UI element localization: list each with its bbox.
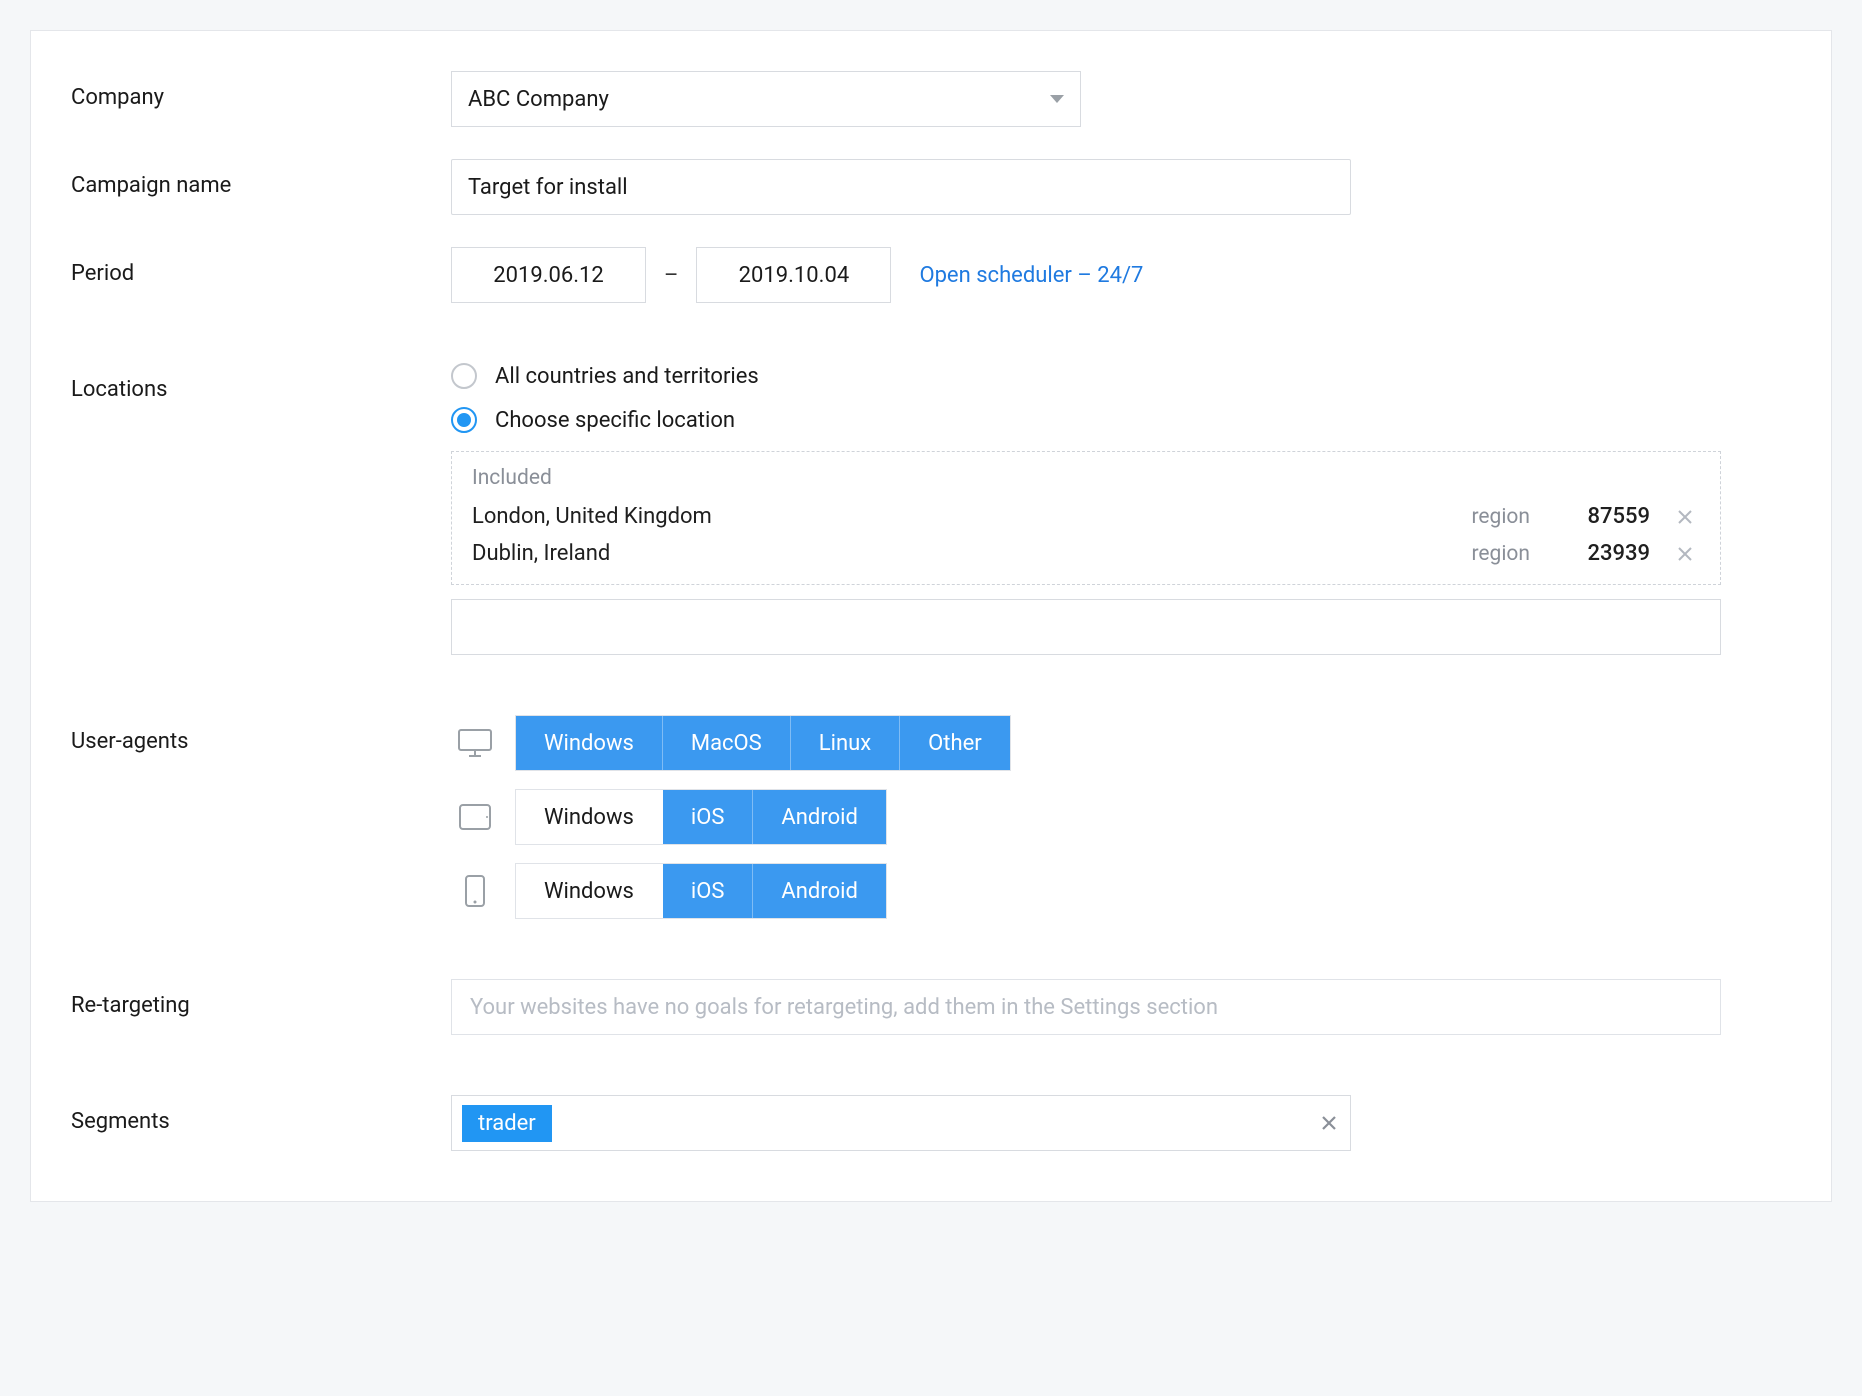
ua-tablet-android[interactable]: Android [753,790,885,844]
location-type: region [1420,542,1530,566]
desktop-icon [451,715,499,771]
segments-label: Segments [71,1095,451,1134]
campaign-name-value: Target for install [468,175,628,200]
segment-tag[interactable]: trader [462,1105,552,1142]
close-icon [1677,546,1693,562]
close-icon [1320,1114,1338,1132]
retargeting-label: Re-targeting [71,979,451,1018]
ua-desktop-linux[interactable]: Linux [791,716,900,770]
location-row: London, United Kingdom region 87559 [472,498,1700,535]
user-agents-tablet-row: Windows iOS Android [451,789,1781,845]
retargeting-input[interactable]: Your websites have no goals for retarget… [451,979,1721,1035]
company-select[interactable]: ABC Company [451,71,1081,127]
ua-tablet-windows[interactable]: Windows [516,790,663,844]
radio-icon [451,363,477,389]
location-name: Dublin, Ireland [472,541,1400,566]
campaign-name-input[interactable]: Target for install [451,159,1351,215]
location-row: Dublin, Ireland region 23939 [472,535,1700,572]
ua-desktop-windows[interactable]: Windows [516,716,663,770]
locations-radio-all[interactable]: All countries and territories [451,363,1781,389]
ua-desktop-other[interactable]: Other [900,716,1010,770]
locations-included-panel: Included London, United Kingdom region 8… [451,451,1721,585]
ua-tablet-ios[interactable]: iOS [663,790,754,844]
retargeting-placeholder: Your websites have no goals for retarget… [470,995,1218,1020]
company-select-value: ABC Company [468,87,609,112]
period-end-input[interactable]: 2019.10.04 [696,247,891,303]
campaign-form-card: Company ABC Company Campaign name Target… [30,30,1832,1202]
segments-clear-button[interactable] [1320,1114,1338,1132]
user-agents-desktop-row: Windows MacOS Linux Other [451,715,1781,771]
location-remove-button[interactable] [1670,509,1700,525]
location-count: 87559 [1550,504,1650,529]
locations-label: Locations [71,363,451,402]
user-agents-mobile-row: Windows iOS Android [451,863,1781,919]
close-icon [1677,509,1693,525]
ua-mobile-ios[interactable]: iOS [663,864,754,918]
company-label: Company [71,71,451,110]
user-agents-label: User-agents [71,715,451,754]
period-dash: – [664,263,678,288]
ua-mobile-windows[interactable]: Windows [516,864,663,918]
included-title: Included [472,466,1700,490]
campaign-name-label: Campaign name [71,159,451,198]
ua-mobile-android[interactable]: Android [753,864,885,918]
open-scheduler-link[interactable]: Open scheduler – 24/7 [919,263,1143,288]
locations-radio-choose[interactable]: Choose specific location [451,407,1781,433]
location-name: London, United Kingdom [472,504,1400,529]
radio-selected-icon [451,407,477,433]
location-remove-button[interactable] [1670,546,1700,562]
period-label: Period [71,247,451,286]
chevron-down-icon [1050,95,1064,103]
tablet-icon [451,789,499,845]
mobile-icon [451,863,499,919]
location-type: region [1420,505,1530,529]
segments-input[interactable]: trader [451,1095,1351,1151]
location-search-input[interactable] [451,599,1721,655]
location-count: 23939 [1550,541,1650,566]
period-start-input[interactable]: 2019.06.12 [451,247,646,303]
ua-desktop-macos[interactable]: MacOS [663,716,791,770]
